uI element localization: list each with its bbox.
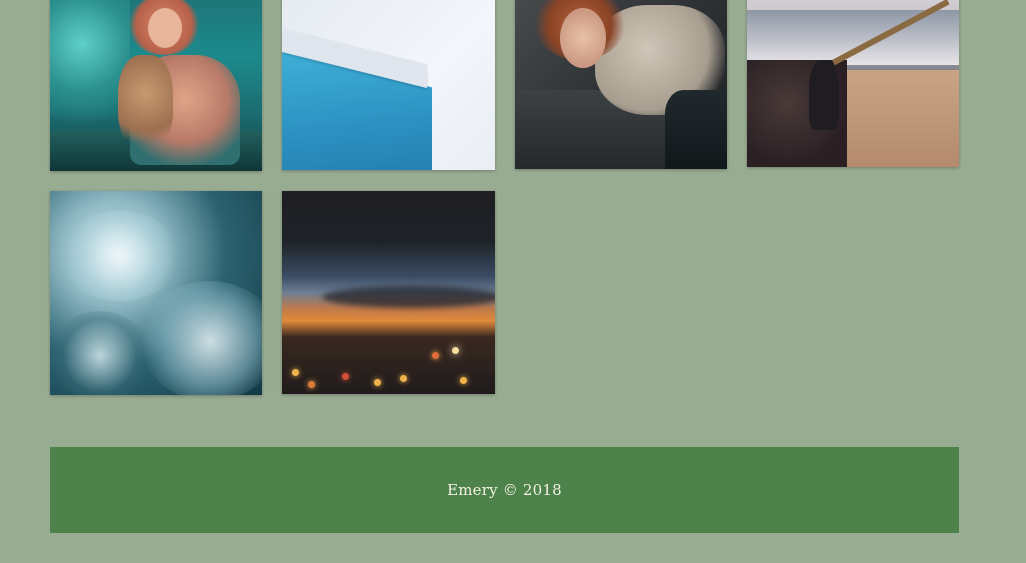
gallery-photo-sea-foam[interactable] [50,191,262,395]
photo-dog [118,55,173,150]
photo-face [560,8,606,68]
footer-copyright: Emery © 2018 [447,481,562,499]
photo-cloud [322,286,495,308]
gallery-photo-beach-stairs[interactable] [747,0,959,167]
photo-skirt [665,90,727,169]
photo-sea [747,10,959,65]
photo-city-light [374,379,381,386]
photo-foam [50,311,150,395]
gallery-photo-woman-lying[interactable] [515,0,727,169]
photo-city-light [342,373,349,380]
photo-city-light [460,377,467,384]
photo-city-light [292,369,299,376]
photo-city-light [308,381,315,388]
site-footer: Emery © 2018 [50,447,959,533]
photo-person [809,60,839,130]
gallery-photo-sunset-lights[interactable] [282,191,495,394]
gallery-photo-skyscraper[interactable] [282,0,495,170]
photo-city-light [400,375,407,382]
photo-foam [60,211,180,301]
photo-girl-face [148,8,182,48]
gallery-photo-christmas-girl[interactable] [50,0,262,171]
photo-foam [140,281,262,395]
photo-city-light [432,352,439,359]
photo-city-light [452,347,459,354]
